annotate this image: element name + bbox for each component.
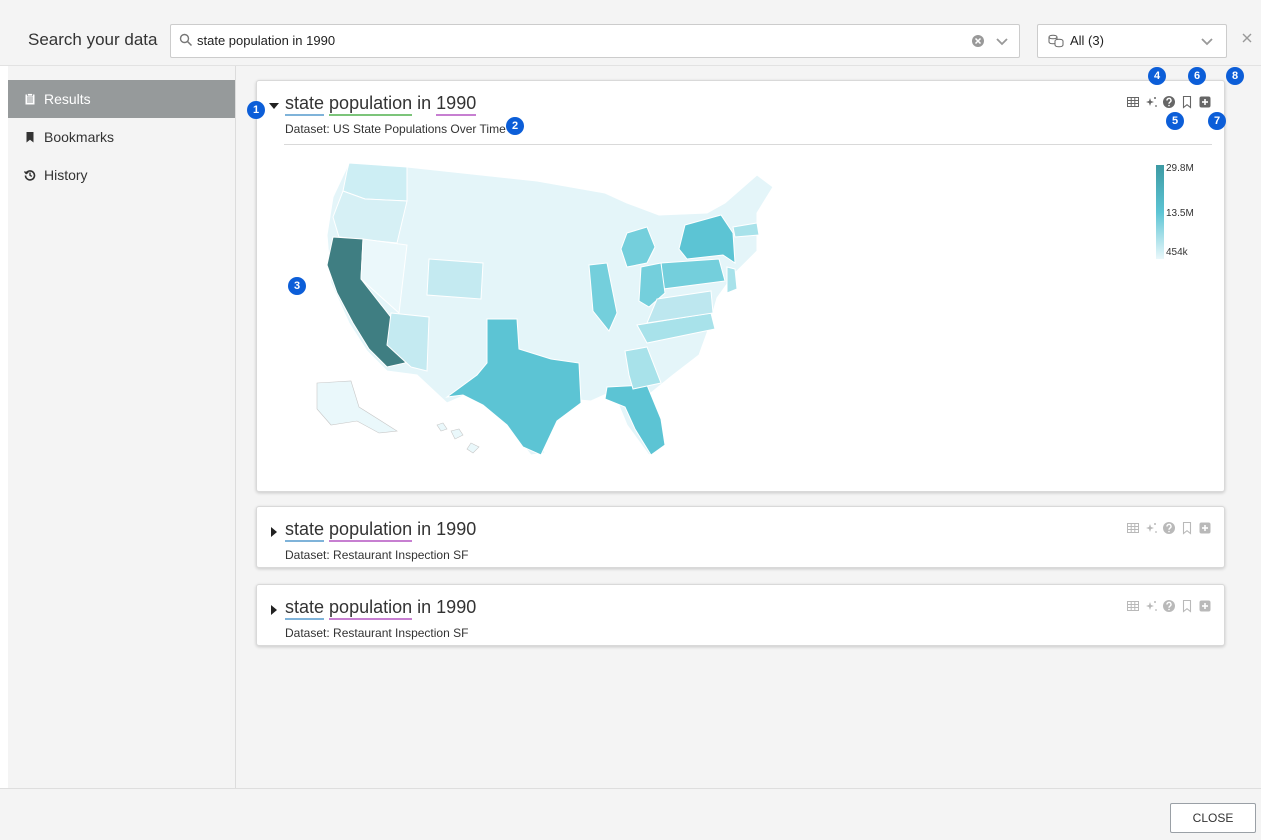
result-card: state population in 1990 Dataset: Restau… [256,584,1225,646]
card-toolbar [1126,95,1212,109]
state-florida[interactable] [604,384,666,456]
callout-badge-6: 6 [1188,67,1206,85]
callout-badge-1: 1 [247,101,265,119]
callout-badge-4: 4 [1148,67,1166,85]
state-colorado[interactable] [426,258,484,300]
sidebar: Results Bookmarks History [8,66,236,788]
result-title[interactable]: state population in 1990 [285,93,477,116]
callout-badge-5: 5 [1166,112,1184,130]
table-icon[interactable] [1126,599,1140,613]
state-hawaii[interactable] [436,422,480,454]
query-token: in [417,597,432,617]
color-scale-legend [1156,165,1164,259]
query-token: state [285,519,325,542]
history-icon [24,170,36,181]
query-token: state [285,597,325,620]
legend-mid: 13.5M [1166,208,1194,219]
query-token: 1990 [436,519,477,539]
close-button[interactable]: CLOSE [1170,803,1256,833]
data-source-value: All (3) [1070,33,1104,48]
clear-search-icon[interactable] [971,34,985,48]
search-header: Search your data state population in 199… [0,0,1261,66]
sparkle-icon[interactable] [1144,599,1158,613]
help-icon[interactable] [1162,95,1176,109]
sparkle-icon[interactable] [1144,521,1158,535]
search-label: Search your data [28,30,158,49]
legend-min: 454k [1166,247,1188,258]
dataset-label: Dataset: Restaurant Inspection SF [285,548,469,562]
query-token: population [329,597,413,620]
query-token: in [417,93,432,113]
callout-badge-3: 3 [288,277,306,295]
footer: CLOSE [0,788,1261,840]
us-state-map[interactable] [287,163,797,463]
chevron-down-icon[interactable] [995,35,1009,49]
query-token: 1990 [436,597,477,617]
table-icon[interactable] [1126,521,1140,535]
caret-right-icon[interactable] [269,605,279,615]
table-icon[interactable] [1126,95,1140,109]
help-icon[interactable] [1162,521,1176,535]
card-toolbar [1126,521,1212,535]
result-title[interactable]: state population in 1990 [285,519,477,542]
divider [284,144,1212,145]
close-icon[interactable] [1241,32,1253,44]
callout-badge-7: 7 [1208,112,1226,130]
result-card: state population in 1990 Dataset: US Sta… [256,80,1225,492]
search-icon [179,33,193,47]
query-token: in [417,519,432,539]
dataset-label: Dataset: Restaurant Inspection SF [285,626,469,640]
legend-max: 29.8M [1166,163,1194,174]
query-token: population [329,519,413,542]
plus-box-icon[interactable] [1198,521,1212,535]
card-toolbar [1126,599,1212,613]
results-panel: state population in 1990 Dataset: US Sta… [236,66,1261,788]
sidebar-item-bookmarks[interactable]: Bookmarks [8,118,235,156]
caret-right-icon[interactable] [269,527,279,537]
bookmark-outline-icon[interactable] [1180,95,1194,109]
plus-box-icon[interactable] [1198,599,1212,613]
query-token: population [329,93,413,116]
result-card: state population in 1990 Dataset: Restau… [256,506,1225,568]
caret-down-icon[interactable] [269,101,279,111]
data-source-select[interactable]: All (3) [1037,24,1227,58]
chevron-down-icon[interactable] [1200,35,1214,49]
callout-badge-2: 2 [506,117,524,135]
search-query[interactable]: state population in 1990 [197,33,335,48]
state-alaska[interactable] [316,380,398,434]
sparkle-icon[interactable] [1144,95,1158,109]
bookmark-icon [26,132,34,143]
sidebar-item-label: Results [44,91,91,107]
sidebar-item-label: Bookmarks [44,129,115,145]
bookmark-outline-icon[interactable] [1180,521,1194,535]
query-token: 1990 [436,93,477,116]
sidebar-item-results[interactable]: Results [8,80,235,118]
help-icon[interactable] [1162,599,1176,613]
query-token: state [285,93,325,116]
state-new-jersey[interactable] [726,266,738,294]
sidebar-item-label: History [44,167,88,183]
result-title[interactable]: state population in 1990 [285,597,477,620]
plus-box-icon[interactable] [1198,95,1212,109]
dataset-label: Dataset: US State Populations Over Time [285,122,506,136]
bookmark-outline-icon[interactable] [1180,599,1194,613]
database-icon [1048,34,1064,48]
clipboard-icon [25,93,35,105]
sidebar-item-history[interactable]: History [8,156,235,194]
search-input[interactable]: state population in 1990 [170,24,1020,58]
callout-badge-8: 8 [1226,67,1244,85]
